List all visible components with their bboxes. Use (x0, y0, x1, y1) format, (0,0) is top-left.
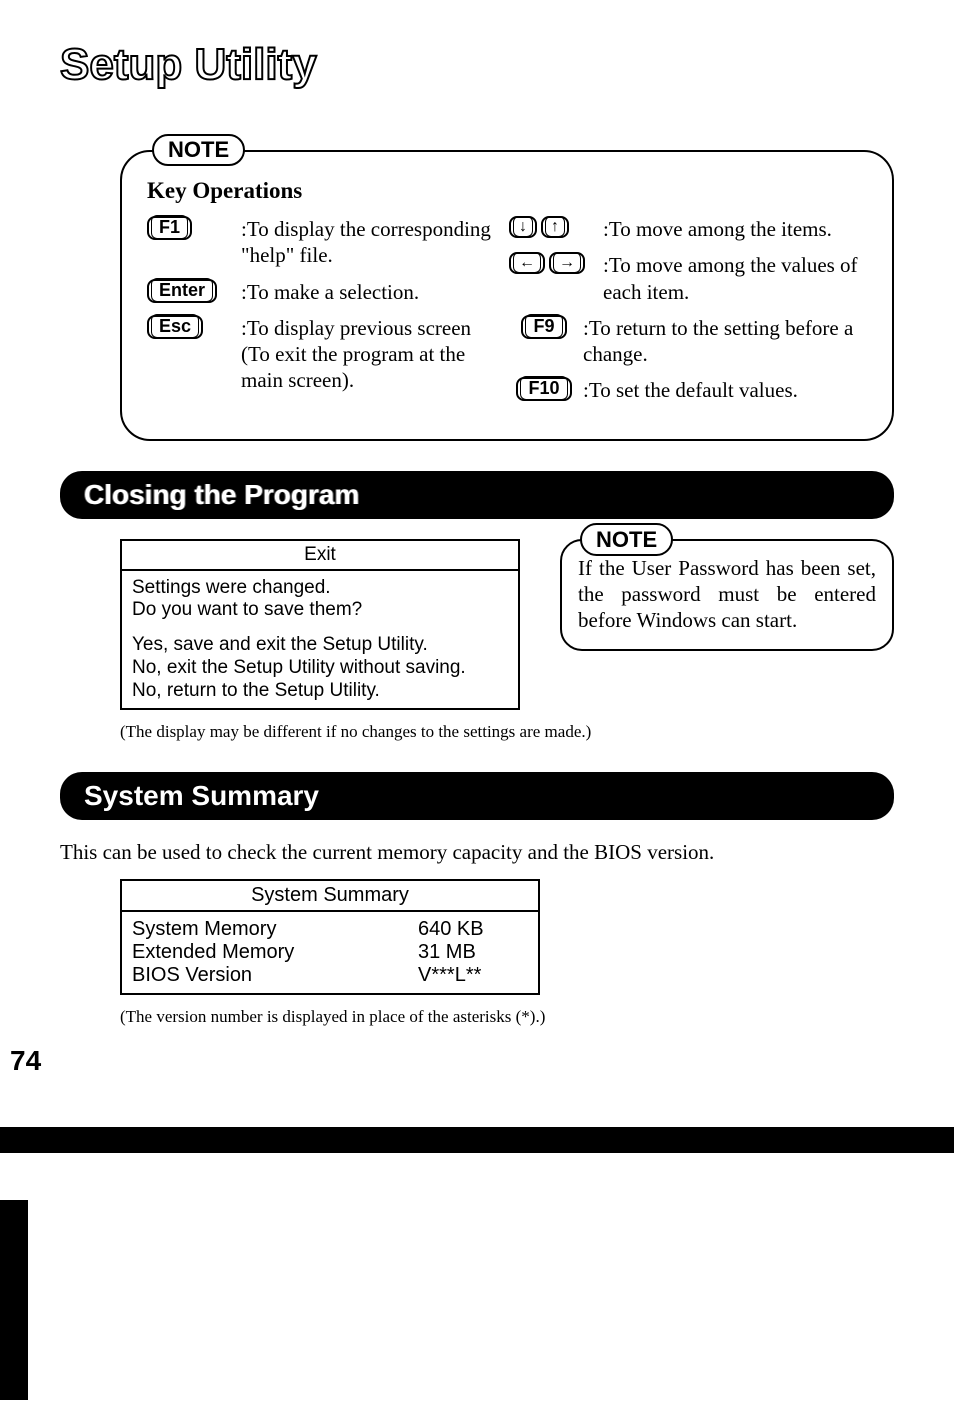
keycap-left-icon: ← (509, 252, 545, 274)
footnote-closing: (The display may be different if no chan… (120, 722, 894, 742)
key-row-leftright: ← → :To move among the values of each it… (509, 252, 867, 305)
summary-row: BIOS Version V***L** (132, 964, 528, 987)
key-row-enter: Enter :To make a selection. (147, 279, 505, 305)
page-title: Setup Utility (60, 40, 894, 90)
page-bottom-bar (0, 1127, 954, 1153)
keycap-down-icon: ↓ (509, 216, 537, 238)
summary-label: BIOS Version (132, 964, 418, 987)
page-tab (0, 1200, 28, 1400)
page-content: Setup Utility NOTE Key Operations F1 :To… (0, 0, 954, 1047)
key-row-f10: F10 :To set the default values. (509, 377, 867, 403)
key-desc: :To display the corresponding "help" fil… (237, 216, 505, 269)
summary-row: System Memory 640 KB (132, 918, 528, 941)
summary-row: Extended Memory 31 MB (132, 941, 528, 964)
exit-dialog: Exit Settings were changed. Do you want … (120, 539, 520, 711)
summary-box: System Summary System Memory 640 KB Exte… (120, 879, 540, 995)
key-desc: :To display previous screen (To exit the… (237, 315, 505, 394)
exit-dialog-title: Exit (122, 541, 518, 571)
summary-intro: This can be used to check the current me… (60, 840, 894, 865)
note-pill: NOTE (152, 134, 245, 166)
footnote-summary: (The version number is displayed in plac… (120, 1007, 894, 1027)
key-row-f9: F9 :To return to the setting before a ch… (509, 315, 867, 368)
section-bar-closing: Closing the Program (60, 471, 894, 519)
key-desc: :To make a selection. (237, 279, 505, 305)
key-desc: :To return to the setting before a chang… (579, 315, 867, 368)
note-pill: NOTE (580, 523, 673, 557)
section-bar-summary: System Summary (60, 772, 894, 820)
keycap-up-icon: ↑ (541, 216, 569, 238)
exit-dialog-options: Yes, save and exit the Setup Utility. No… (132, 634, 508, 702)
keycap-right-icon: → (549, 252, 585, 274)
keycap-esc-icon: Esc (147, 315, 203, 339)
note-heading: Key Operations (147, 178, 867, 204)
page-number: 74 (10, 1045, 41, 1077)
key-row-esc: Esc :To display previous screen (To exit… (147, 315, 505, 394)
key-row-updown: ↓ ↑ :To move among the items. (509, 216, 867, 242)
key-desc: :To move among the items. (599, 216, 867, 242)
note-box-key-operations: NOTE Key Operations F1 :To display the c… (120, 150, 894, 441)
summary-label: System Memory (132, 918, 418, 941)
keycap-f10-icon: F10 (516, 377, 571, 401)
key-row-f1: F1 :To display the corresponding "help" … (147, 216, 505, 269)
summary-box-title: System Summary (122, 881, 538, 912)
note-text: If the User Password has been set, the p… (578, 555, 876, 634)
keycap-enter-icon: Enter (147, 279, 217, 303)
summary-label: Extended Memory (132, 941, 418, 964)
exit-dialog-text: Settings were changed. Do you want to sa… (132, 577, 508, 623)
note-box-password: NOTE If the User Password has been set, … (560, 539, 894, 652)
summary-value: 31 MB (418, 941, 528, 964)
summary-value: 640 KB (418, 918, 528, 941)
keycap-f1-icon: F1 (147, 216, 192, 240)
keycap-f9-icon: F9 (521, 315, 566, 339)
key-desc: :To set the default values. (579, 377, 867, 403)
key-desc: :To move among the values of each item. (599, 252, 867, 305)
summary-value: V***L** (418, 964, 528, 987)
